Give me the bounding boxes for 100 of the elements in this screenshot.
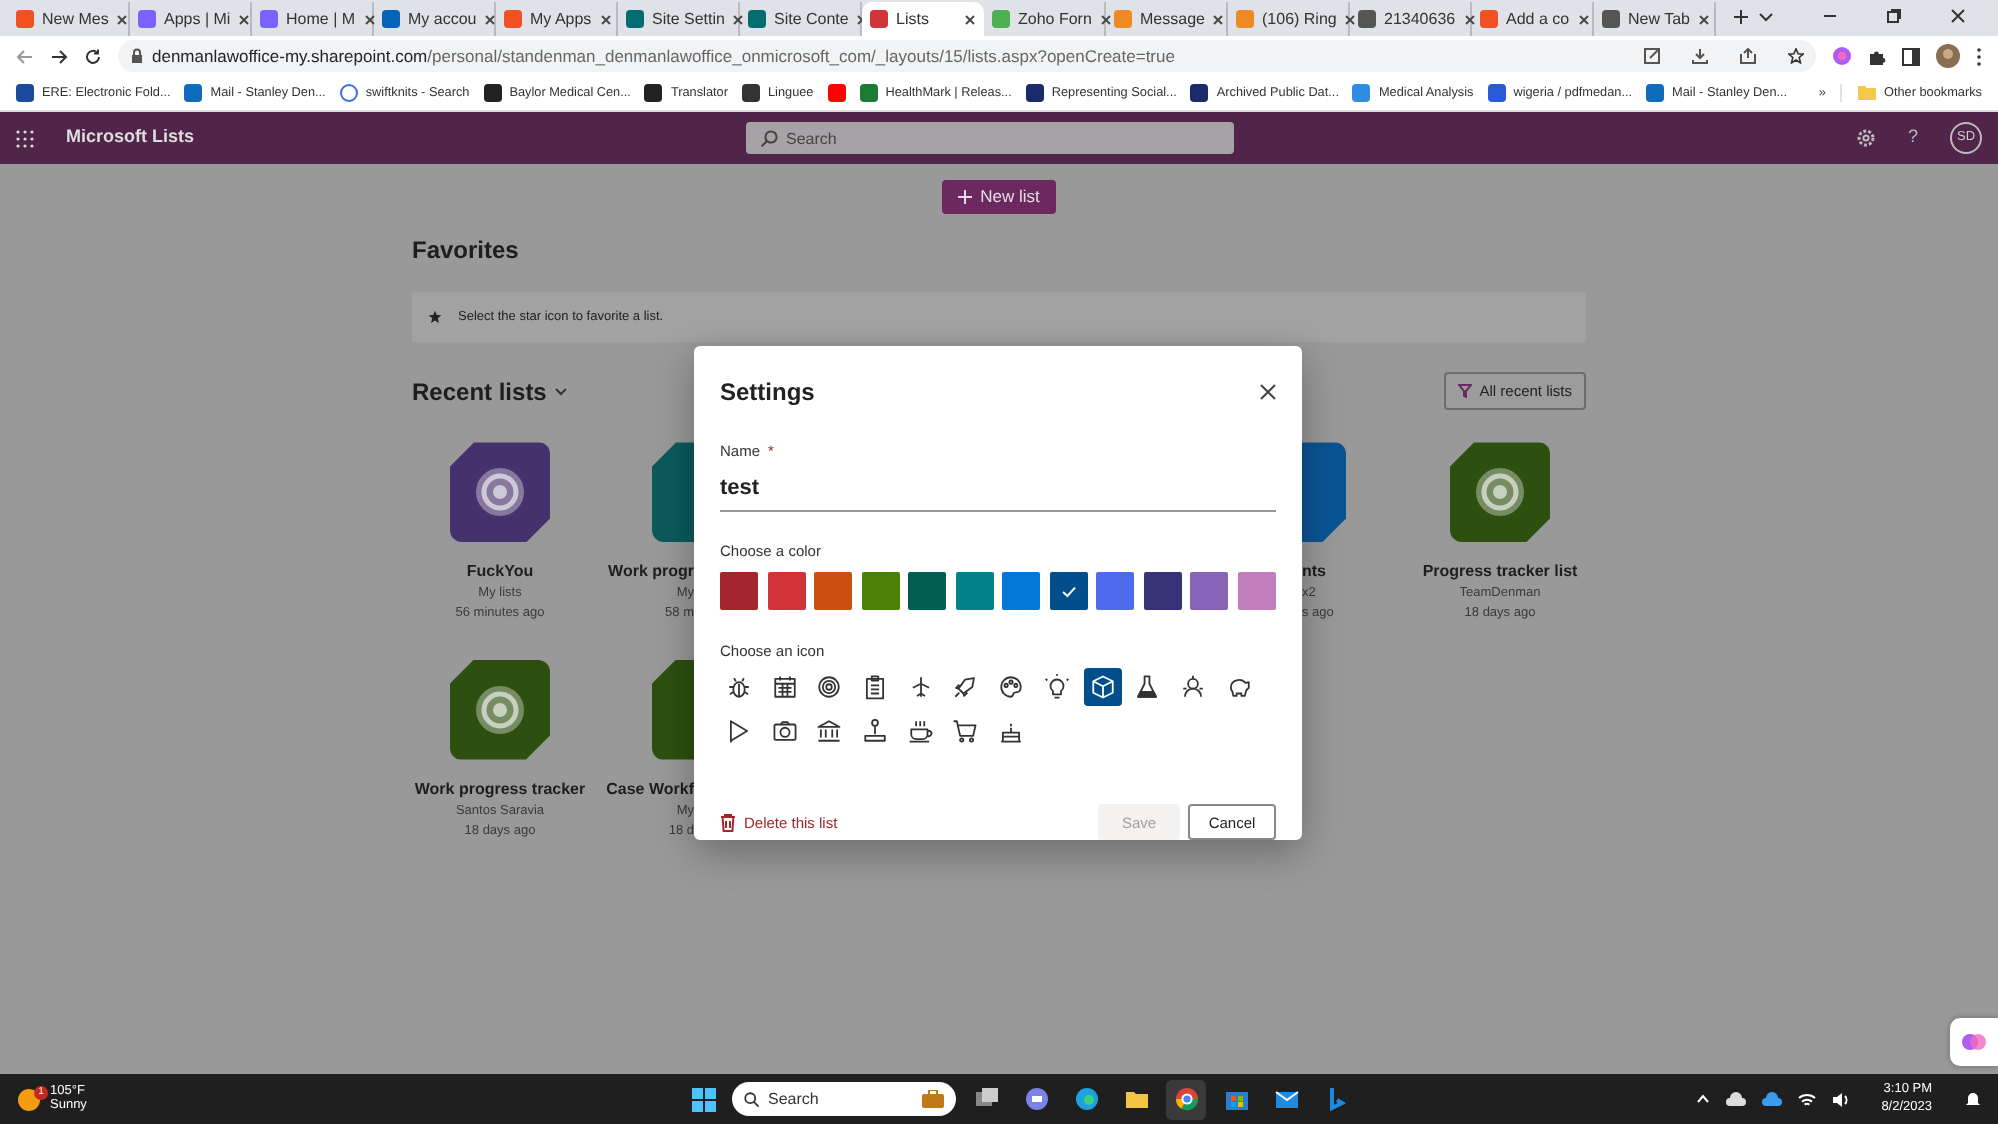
close-button[interactable] bbox=[1260, 384, 1276, 400]
site-icon bbox=[1190, 83, 1209, 102]
new-list-button[interactable]: New list bbox=[942, 180, 1056, 214]
site-icon bbox=[483, 83, 502, 102]
search-icon bbox=[744, 1091, 760, 1107]
profile-avatar-icon[interactable] bbox=[1936, 44, 1960, 68]
video-chat-icon bbox=[1023, 1086, 1049, 1112]
color-swatch[interactable] bbox=[767, 572, 806, 610]
close-icon bbox=[1260, 384, 1276, 400]
cloud-icon[interactable] bbox=[1725, 1092, 1746, 1106]
list-tile[interactable] bbox=[450, 659, 550, 760]
app-launcher-icon[interactable] bbox=[16, 129, 34, 147]
plus-icon[interactable] bbox=[1732, 8, 1750, 26]
list-name[interactable]: FuckYou bbox=[466, 560, 534, 585]
forward-arrow-icon[interactable] bbox=[50, 47, 68, 65]
site-icon bbox=[184, 83, 203, 102]
bug-icon bbox=[726, 674, 752, 701]
cake-icon bbox=[998, 718, 1025, 745]
list-tile[interactable] bbox=[652, 442, 694, 543]
lightbulb-icon bbox=[1043, 674, 1070, 701]
open-external-icon[interactable] bbox=[1644, 48, 1660, 64]
download-icon[interactable] bbox=[1692, 48, 1708, 64]
joystick-icon bbox=[862, 718, 889, 745]
site-icon bbox=[992, 10, 1010, 28]
share-icon[interactable] bbox=[1740, 48, 1756, 64]
close-icon[interactable] bbox=[1697, 13, 1710, 25]
sidebar-icon[interactable] bbox=[1902, 47, 1920, 65]
close-icon[interactable] bbox=[363, 13, 376, 25]
close-icon[interactable] bbox=[732, 13, 745, 25]
reload-icon[interactable] bbox=[84, 47, 102, 65]
help-button[interactable]: ? bbox=[1907, 124, 1918, 152]
close-icon[interactable] bbox=[238, 13, 251, 25]
close-icon[interactable] bbox=[1344, 13, 1357, 25]
color-swatch[interactable] bbox=[1237, 572, 1276, 610]
close-icon[interactable] bbox=[1212, 13, 1225, 25]
color-swatch[interactable] bbox=[1190, 572, 1229, 610]
cloud-icon[interactable] bbox=[1761, 1092, 1782, 1106]
list-tile[interactable] bbox=[450, 442, 550, 543]
color-swatch[interactable] bbox=[955, 572, 994, 610]
taskbar-app[interactable] bbox=[1166, 1079, 1206, 1119]
recent-lists-dropdown[interactable]: Recent lists bbox=[412, 373, 569, 410]
list-name[interactable]: Progress tracker list bbox=[1422, 560, 1578, 585]
close-icon[interactable] bbox=[1099, 13, 1112, 25]
list-tile[interactable] bbox=[1450, 442, 1550, 543]
list-name[interactable]: nts bbox=[1302, 560, 1326, 585]
folder-icon bbox=[1123, 1086, 1149, 1112]
piggy-bank-icon bbox=[1225, 674, 1252, 701]
site-icon bbox=[1352, 83, 1371, 102]
star-icon[interactable] bbox=[1788, 48, 1804, 64]
search-field[interactable]: Search bbox=[746, 122, 1235, 154]
back-arrow-icon[interactable] bbox=[16, 47, 34, 65]
camera-icon bbox=[771, 718, 798, 745]
site-icon bbox=[1025, 83, 1044, 102]
assistant-button[interactable] bbox=[1950, 1018, 1998, 1066]
site-icon bbox=[1646, 83, 1665, 102]
site-icon bbox=[1487, 83, 1506, 102]
site-icon bbox=[339, 83, 358, 102]
list-name[interactable]: Work progr bbox=[608, 560, 694, 585]
more-menu-icon[interactable] bbox=[1976, 47, 1982, 65]
color-swatch[interactable] bbox=[1096, 572, 1135, 610]
speaker-icon[interactable] bbox=[1831, 1091, 1850, 1107]
restore-icon[interactable] bbox=[1886, 8, 1902, 24]
list-tile[interactable] bbox=[652, 659, 694, 760]
puzzle-icon[interactable] bbox=[1868, 47, 1886, 65]
icon-option[interactable] bbox=[1083, 668, 1121, 707]
close-icon[interactable] bbox=[1463, 13, 1476, 25]
site-icon bbox=[16, 83, 34, 102]
close-icon[interactable] bbox=[964, 13, 976, 25]
color-swatch[interactable] bbox=[814, 572, 853, 610]
close-icon[interactable] bbox=[116, 13, 129, 25]
wifi-icon[interactable] bbox=[1797, 1091, 1816, 1107]
dialog-title: Settings bbox=[720, 376, 815, 410]
browser-tab[interactable]: Lists bbox=[862, 2, 984, 36]
close-icon[interactable] bbox=[484, 13, 497, 25]
notification-bell-icon[interactable] bbox=[1964, 1090, 1982, 1108]
list-name[interactable]: Case Workf bbox=[606, 777, 694, 802]
close-icon[interactable] bbox=[1577, 13, 1590, 25]
site-icon bbox=[644, 83, 663, 102]
color-swatch[interactable] bbox=[861, 572, 900, 610]
color-swatch[interactable] bbox=[1049, 572, 1088, 610]
cube-icon bbox=[1089, 674, 1115, 701]
extension-icon[interactable] bbox=[1832, 46, 1852, 66]
color-swatch[interactable] bbox=[720, 572, 758, 610]
color-swatch[interactable] bbox=[1002, 572, 1041, 610]
color-swatch[interactable] bbox=[1143, 572, 1182, 610]
list-tile[interactable] bbox=[1302, 442, 1346, 543]
settings-icon[interactable] bbox=[1855, 128, 1876, 148]
site-icon bbox=[859, 83, 878, 102]
site-icon bbox=[626, 10, 644, 28]
close-icon[interactable] bbox=[599, 13, 612, 25]
address-bar[interactable]: denmanlawoffice-my.sharepoint.com/personal/standenman_denmanlawoffice_onmicrosoft_com/_layouts/15/lists.aspx?openCreate=true bbox=[118, 40, 1816, 72]
taskbar-search[interactable]: Search bbox=[732, 1082, 956, 1116]
list-name[interactable]: Work progress tracker bbox=[414, 777, 586, 802]
chevron-up-icon[interactable] bbox=[1695, 1092, 1710, 1106]
browser-circle-icon bbox=[1173, 1086, 1199, 1112]
flask-icon bbox=[1134, 674, 1161, 701]
color-swatch[interactable] bbox=[908, 572, 947, 610]
calendar-icon bbox=[771, 674, 798, 701]
chevron-down-icon[interactable] bbox=[1758, 8, 1774, 24]
close-icon[interactable] bbox=[1950, 8, 1966, 24]
